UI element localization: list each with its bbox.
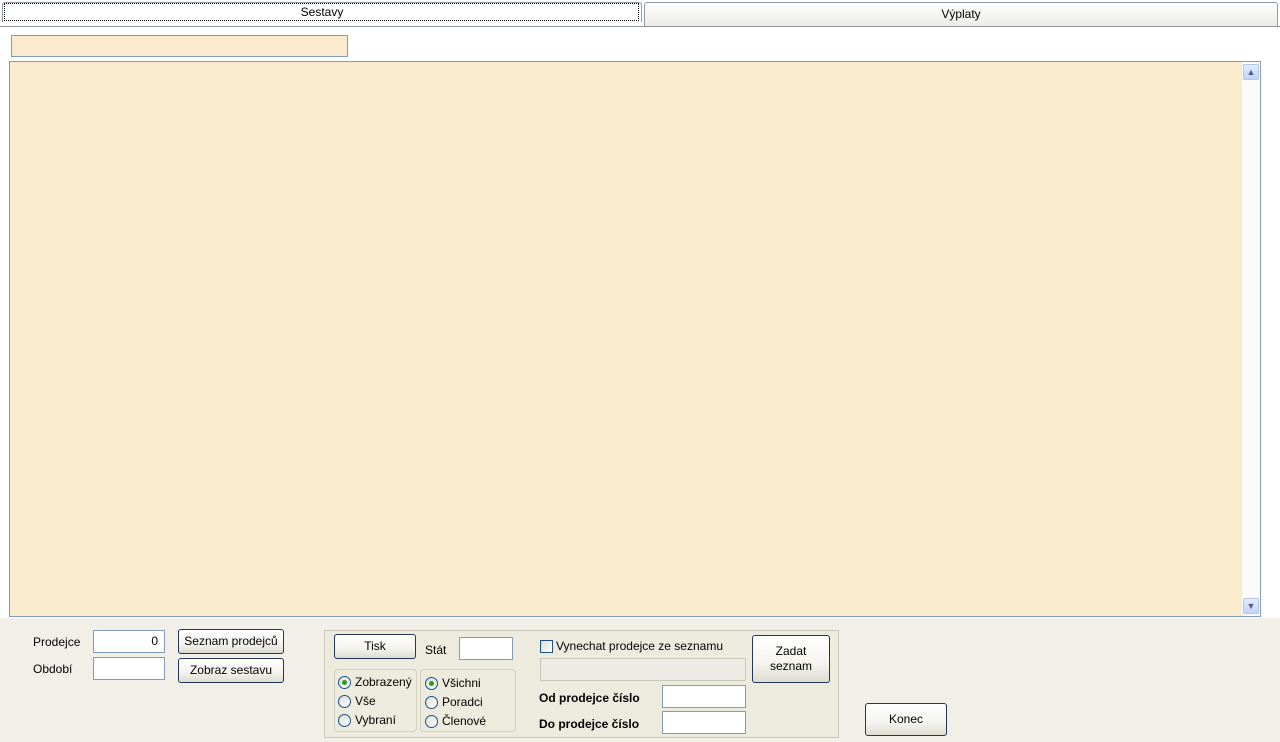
radio-clenove[interactable]: Členové: [425, 714, 486, 728]
do-prodejce-input[interactable]: [662, 711, 746, 734]
radio-poradci-label: Poradci: [442, 695, 483, 709]
stat-input[interactable]: [459, 637, 513, 660]
report-scrollbar[interactable]: ▲ ▼: [1242, 62, 1260, 616]
radio-zobrazeny-label: Zobrazený: [355, 675, 412, 689]
od-prodejce-input[interactable]: [662, 685, 746, 708]
radio-zobrazeny[interactable]: Zobrazený: [338, 675, 412, 689]
seznam-prodejcu-button[interactable]: Seznam prodejců: [178, 629, 284, 654]
tab-focus-rect: [4, 3, 639, 21]
radio-vybrani[interactable]: Vybraní: [338, 713, 396, 727]
tab-vyplaty-label: Výplaty: [941, 7, 981, 21]
report-title-field[interactable]: [11, 35, 348, 57]
chevron-down-icon[interactable]: ▼: [1243, 598, 1259, 614]
radio-vse-label: Vše: [355, 694, 376, 708]
stat-label: Stát: [425, 643, 447, 657]
radio-vybrani-button[interactable]: [338, 713, 351, 727]
vynechat-checkbox-label: Vynechat prodejce ze seznamu: [556, 639, 723, 653]
radio-vsichni[interactable]: Všichni: [425, 676, 481, 690]
vynechat-checkbox-box[interactable]: [540, 639, 553, 653]
radio-vybrani-label: Vybraní: [355, 713, 396, 727]
tab-vyplaty[interactable]: Výplaty: [644, 2, 1278, 26]
radio-clenove-label: Členové: [442, 714, 487, 728]
do-prodejce-label: Do prodejce číslo: [539, 717, 640, 731]
od-prodejce-label: Od prodejce číslo: [539, 691, 640, 705]
radio-vse[interactable]: Vše: [338, 694, 376, 708]
radio-vsichni-label: Všichni: [442, 676, 481, 690]
prodejce-label: Prodejce: [33, 635, 81, 649]
radio-clenove-button[interactable]: [425, 714, 438, 728]
chevron-up-icon[interactable]: ▲: [1243, 64, 1259, 80]
radio-zobrazeny-button[interactable]: [338, 675, 351, 689]
radio-poradci-button[interactable]: [425, 695, 438, 709]
report-content-area[interactable]: [9, 61, 1261, 617]
tisk-button[interactable]: Tisk: [334, 634, 416, 659]
zadat-seznam-label: Zadat seznam: [769, 644, 813, 673]
radio-poradci[interactable]: Poradci: [425, 695, 483, 709]
obdobi-label: Období: [33, 662, 73, 676]
obdobi-input[interactable]: [93, 657, 165, 680]
radio-vsichni-button[interactable]: [425, 676, 438, 690]
zadat-seznam-button[interactable]: Zadat seznam: [752, 635, 830, 683]
skip-list-field: [540, 658, 746, 681]
konec-button[interactable]: Konec: [865, 703, 947, 736]
zobraz-sestavu-button[interactable]: Zobraz sestavu: [178, 658, 284, 683]
prodejce-input[interactable]: 0: [93, 630, 165, 653]
vynechat-checkbox[interactable]: Vynechat prodejce ze seznamu: [540, 639, 723, 653]
radio-vse-button[interactable]: [338, 694, 351, 708]
